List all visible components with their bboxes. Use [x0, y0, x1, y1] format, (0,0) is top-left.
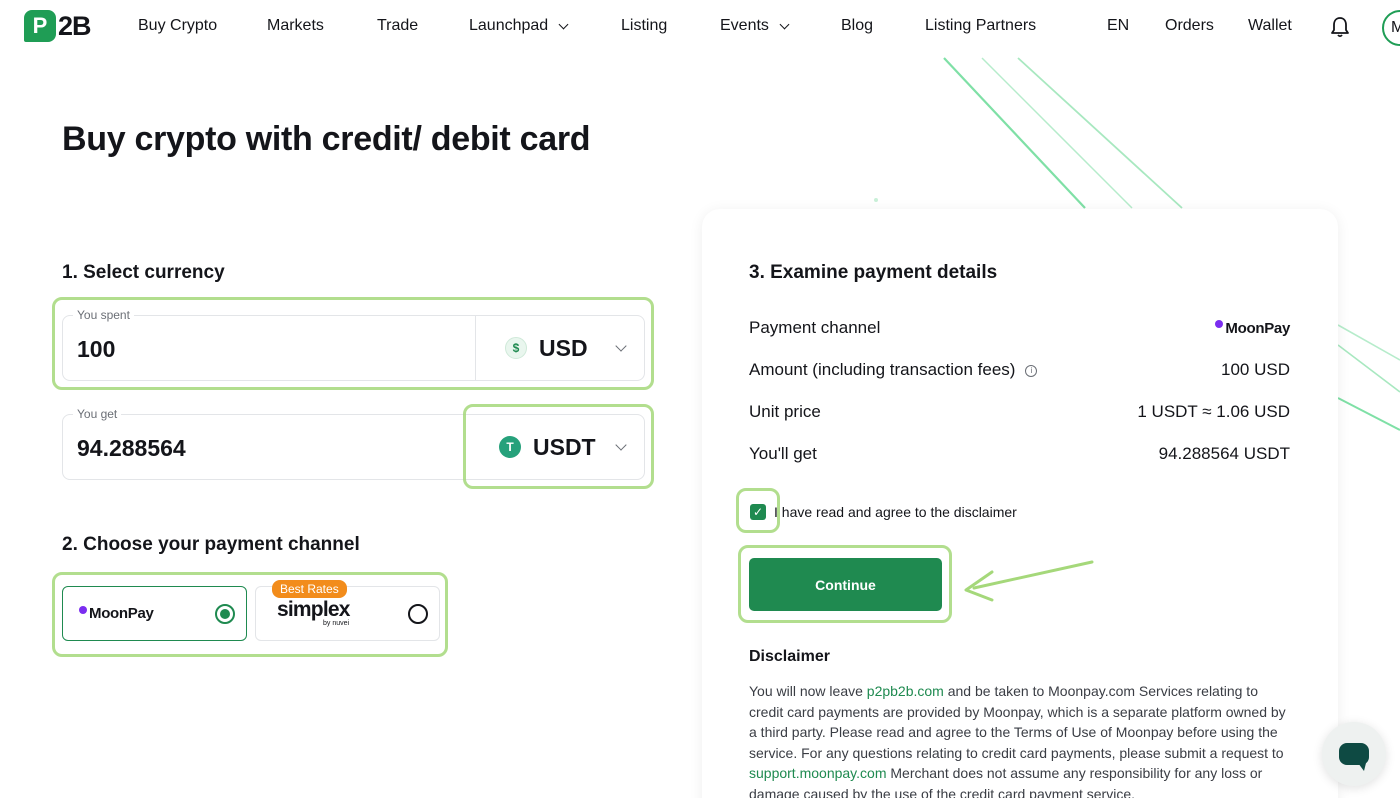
detail-value: 94.288564 USDT — [1158, 444, 1290, 463]
detail-value: MoonPay — [1225, 319, 1290, 337]
moonpay-radio[interactable] — [215, 604, 235, 624]
simplex-sublabel: by nuvei — [323, 620, 350, 627]
chevron-down-icon — [779, 19, 790, 29]
nav-listing[interactable]: Listing — [621, 17, 667, 35]
detail-row-amount: Amount (including transaction fees) i 100… — [749, 360, 1290, 380]
nav-events[interactable]: Events — [720, 17, 790, 35]
user-avatar[interactable]: M — [1382, 10, 1400, 46]
payment-details-heading: 3. Examine payment details — [749, 262, 998, 283]
nav-label: Listing Partners — [925, 17, 1037, 34]
detail-label: Payment channel — [749, 318, 881, 337]
nav-label: Trade — [377, 17, 419, 34]
receive-field-label: You get — [73, 407, 122, 421]
detail-label: Amount (including transaction fees) — [749, 360, 1016, 379]
field-divider — [475, 316, 476, 380]
checkmark-icon: ✓ — [752, 505, 764, 519]
spend-amount-input[interactable]: 100 — [77, 336, 115, 363]
nav-markets[interactable]: Markets — [267, 17, 324, 35]
avatar-initial: M — [1391, 19, 1400, 36]
spend-amount-field: You spent 100 $ USD — [62, 308, 645, 381]
logo-text: 2B — [58, 10, 92, 41]
chat-support-button[interactable] — [1322, 722, 1386, 786]
disclaimer-heading: Disclaimer — [749, 648, 830, 665]
support-moonpay-link[interactable]: support.moonpay.com — [749, 765, 886, 781]
nav-label: Buy Crypto — [138, 17, 218, 34]
simplex-radio[interactable] — [408, 604, 428, 624]
continue-button[interactable]: Continue — [749, 558, 942, 611]
moonpay-dot-icon — [1215, 320, 1224, 328]
spend-field-label: You spent — [73, 308, 134, 322]
nav-label: Blog — [841, 17, 874, 34]
chevron-down-icon — [615, 439, 627, 451]
select-currency-heading: 1. Select currency — [62, 262, 225, 283]
bell-icon[interactable] — [1330, 16, 1350, 38]
moonpay-logo: MoonPay — [1215, 320, 1290, 337]
nav-label: Markets — [267, 17, 324, 34]
moonpay-logo: MoonPay — [79, 605, 154, 622]
chat-icon — [1339, 743, 1369, 771]
detail-value: 100 USD — [1221, 360, 1290, 379]
chevron-down-icon — [615, 340, 627, 352]
agree-label: I have read and agree to the disclaimer — [774, 504, 1017, 520]
detail-row-payment-channel: Payment channel MoonPay — [749, 318, 1290, 338]
language-label: EN — [1107, 17, 1130, 34]
top-navigation: P 2B Buy Crypto Markets Trade Launchpad … — [0, 0, 1400, 56]
detail-row-you-get: You'll get 94.288564 USDT — [749, 444, 1290, 464]
receive-amount-input[interactable]: 94.288564 — [77, 435, 186, 462]
p2b-logo[interactable]: P 2B — [24, 10, 92, 42]
chevron-down-icon — [558, 19, 569, 29]
detail-label: You'll get — [749, 444, 817, 463]
nav-trade[interactable]: Trade — [377, 17, 418, 35]
language-selector[interactable]: EN — [1107, 17, 1129, 35]
nav-label: Launchpad — [469, 17, 549, 34]
dollar-icon: $ — [505, 337, 527, 359]
detail-row-unit-price: Unit price 1 USDT ≈ 1.06 USD — [749, 402, 1290, 422]
page-title: Buy crypto with credit/ debit card — [62, 120, 591, 158]
tether-icon: T — [499, 436, 521, 458]
nav-label: Wallet — [1248, 17, 1292, 34]
detail-label-wrap: Amount (including transaction fees) i — [749, 360, 1038, 380]
receive-amount-field: You get 94.288564 T USDT — [62, 407, 645, 480]
disclaimer-part: You will now leave — [749, 683, 867, 699]
agree-checkbox[interactable]: ✓ — [750, 504, 766, 520]
nav-wallet[interactable]: Wallet — [1248, 17, 1292, 35]
moonpay-dot-icon — [79, 605, 87, 614]
p2pb2b-link[interactable]: p2pb2b.com — [867, 683, 944, 699]
payment-channel-heading: 2. Choose your payment channel — [62, 534, 360, 555]
nav-label: Events — [720, 17, 769, 34]
spend-currency-code: USD — [539, 334, 588, 361]
detail-label: Unit price — [749, 402, 821, 421]
info-icon[interactable]: i — [1025, 364, 1038, 377]
nav-launchpad[interactable]: Launchpad — [469, 17, 569, 35]
nav-label: Orders — [1165, 17, 1214, 34]
nav-listing-partners[interactable]: Listing Partners — [925, 17, 1036, 35]
nav-blog[interactable]: Blog — [841, 17, 873, 35]
nav-label: Listing — [621, 17, 668, 34]
nav-orders[interactable]: Orders — [1165, 17, 1214, 35]
detail-value: 1 USDT ≈ 1.06 USD — [1137, 402, 1290, 421]
receive-currency-code: USDT — [533, 433, 596, 460]
spend-currency-select[interactable]: $ USD — [505, 316, 645, 380]
nav-buy-crypto[interactable]: Buy Crypto — [138, 17, 217, 35]
moonpay-name: MoonPay — [89, 605, 154, 622]
receive-currency-select[interactable]: T USDT — [499, 415, 645, 479]
disclaimer-text: You will now leave p2pb2b.com and be tak… — [749, 681, 1289, 798]
simplex-logo: simplex — [277, 598, 350, 621]
payment-option-moonpay[interactable]: MoonPay — [62, 586, 247, 641]
logo-mark-icon: P — [24, 10, 56, 42]
best-rates-badge: Best Rates — [272, 580, 347, 598]
